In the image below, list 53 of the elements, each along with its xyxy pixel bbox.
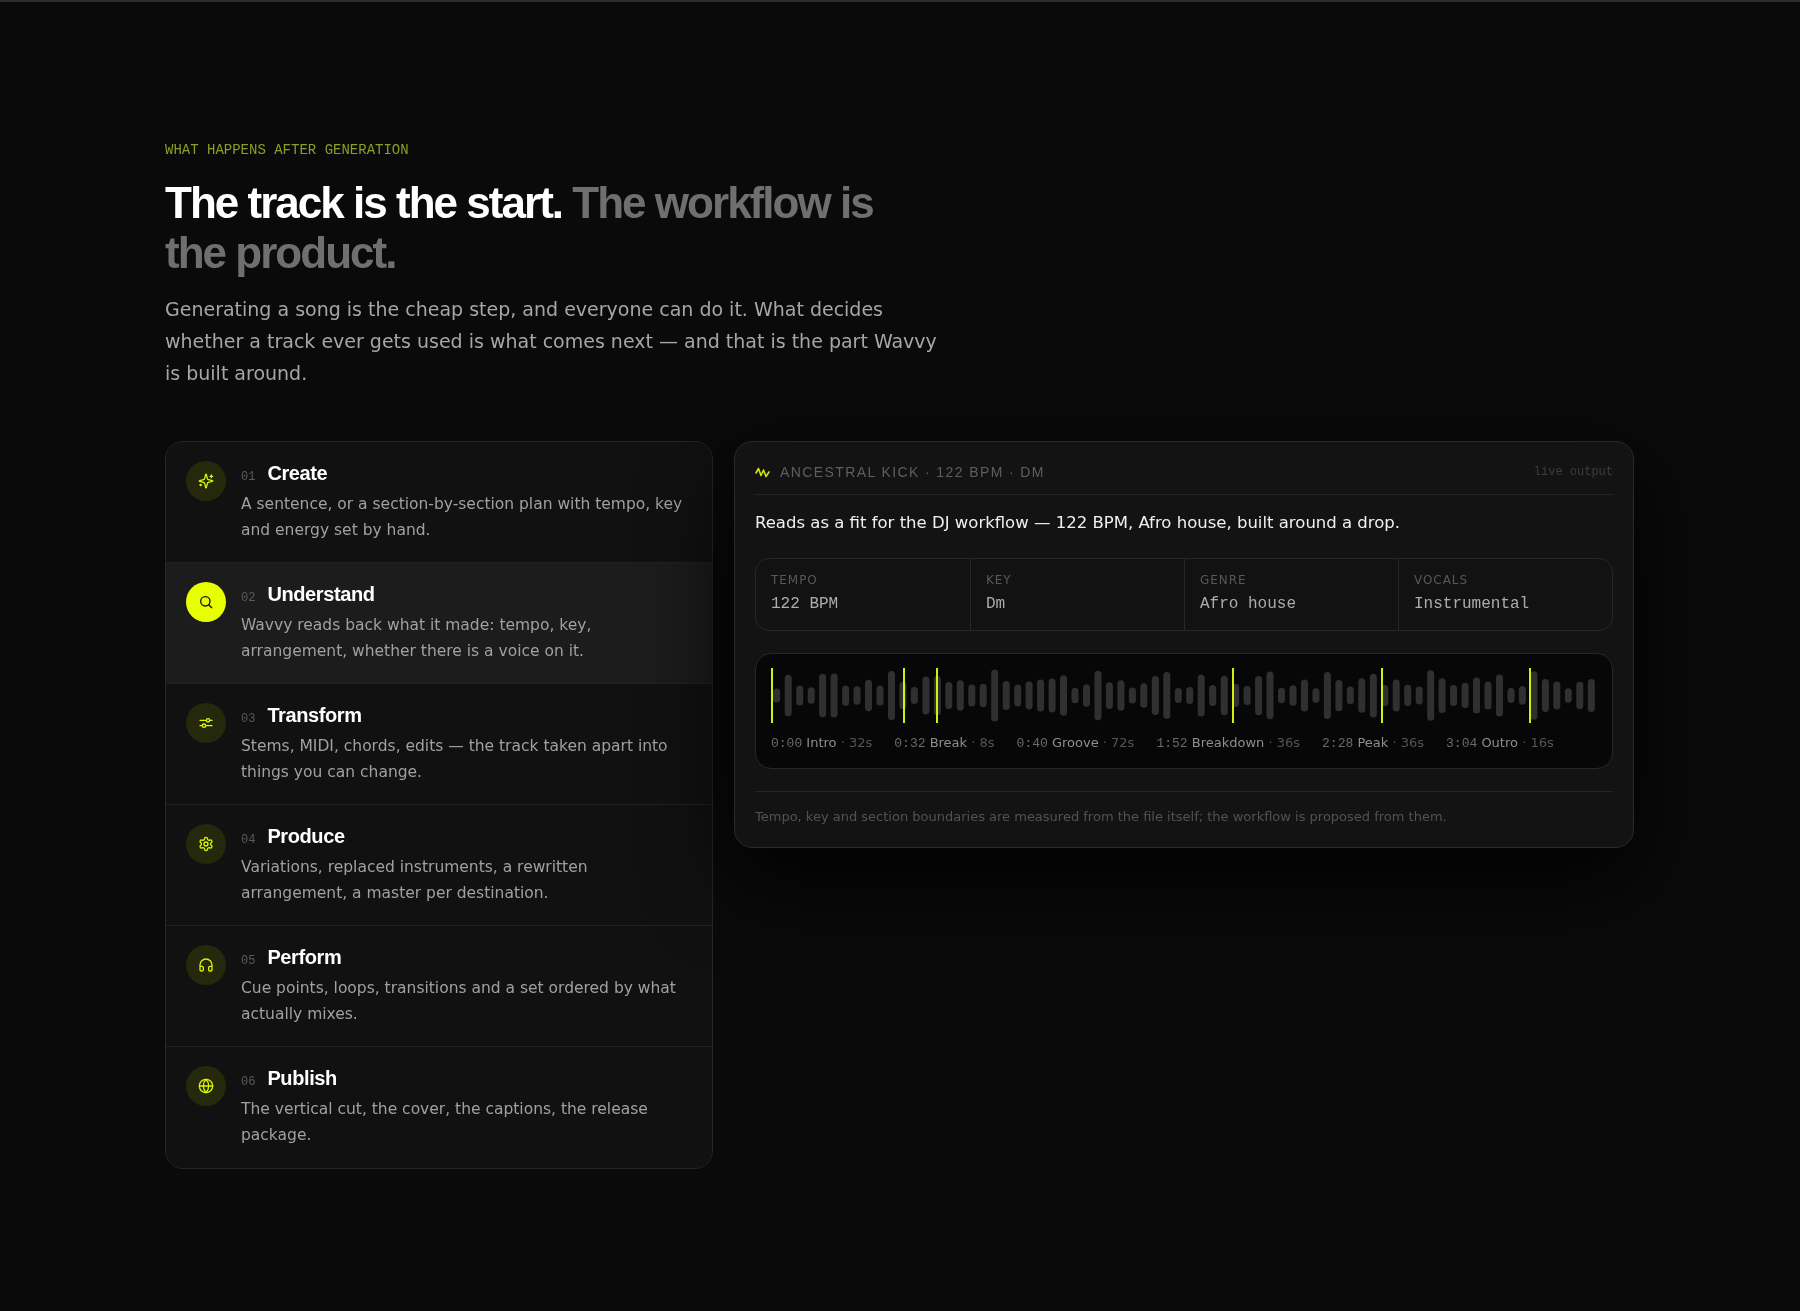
search-icon xyxy=(186,582,226,622)
section-marker xyxy=(902,668,905,723)
section-marker xyxy=(1380,668,1383,723)
stat-label: GENRE xyxy=(1200,572,1247,588)
section-label: 3:04 Outro · 16s xyxy=(1446,734,1554,753)
step-title: Perform xyxy=(267,945,342,969)
step-item[interactable]: 01 Create A sentence, or a section-by-section plan with tempo, key and energy set by hand. xyxy=(166,442,712,563)
section-marker xyxy=(771,668,773,723)
stat-label: VOCALS xyxy=(1414,572,1469,588)
gear-icon xyxy=(186,824,226,864)
stat-value: 122 BPM xyxy=(771,594,839,614)
stat-value: Dm xyxy=(986,594,1006,614)
step-title: Transform xyxy=(267,703,362,727)
step-description: Cue points, loops, transitions and a set ordered by what actually mixes. xyxy=(241,978,677,1025)
step-number: 02 xyxy=(241,590,256,607)
section-label: 1:52 Breakdown · 36s xyxy=(1156,734,1301,753)
headline: The track is the start. The workflow is the product. xyxy=(165,178,874,278)
stat-label: TEMPO xyxy=(771,572,818,588)
step-description: Variations, replaced instruments, a rewritten arrangement, a master per destination. xyxy=(241,857,589,904)
stat-value: Instrumental xyxy=(1414,594,1530,614)
step-description: A sentence, or a section-by-section plan with tempo, key and energy set by hand. xyxy=(241,494,684,541)
step-number: 06 xyxy=(241,1074,256,1091)
step-description: Wavvy reads back what it made: tempo, key, arrangement, whether there is a voice on it. xyxy=(241,615,593,662)
globe-icon xyxy=(186,1066,226,1106)
headphones-icon xyxy=(186,945,226,985)
eyebrow-label: WHAT HAPPENS AFTER GENERATION xyxy=(165,142,409,158)
step-number: 05 xyxy=(241,953,256,970)
sparkle-icon xyxy=(186,461,226,501)
section-marker xyxy=(1529,668,1532,723)
step-description: Stems, MIDI, chords, edits — the track taken apart into things you can change. xyxy=(241,736,669,783)
step-title: Create xyxy=(267,461,328,485)
step-title: Publish xyxy=(267,1066,337,1090)
section-marker xyxy=(935,668,938,723)
sliders-icon xyxy=(186,703,226,743)
track-title: ANCESTRAL KICK · 122 BPM · DM xyxy=(780,462,1045,482)
section-label: 0:00 Intro · 32s xyxy=(771,734,873,753)
stat-value: Afro house xyxy=(1200,594,1296,614)
step-item[interactable]: 02 Understand Wavvy reads back what it made: tempo, key, arrangement, whether there is a voice on it. xyxy=(166,563,712,684)
step-number: 01 xyxy=(241,469,256,486)
wave-icon xyxy=(755,466,770,478)
section-label: 2:28 Peak · 36s xyxy=(1322,734,1425,753)
stat-label: KEY xyxy=(986,572,1012,588)
section-label: 0:40 Groove · 72s xyxy=(1016,734,1135,753)
footnote: Tempo, key and section boundaries are measured from the file itself; the workflow is proposed from them. xyxy=(755,808,1447,826)
step-description: The vertical cut, the cover, the captions, the release package. xyxy=(241,1099,649,1146)
analysis-summary: Reads as a fit for the DJ workflow — 122 BPM, Afro house, built around a drop. xyxy=(755,512,1401,534)
step-title: Produce xyxy=(267,824,345,848)
step-number: 03 xyxy=(241,711,256,728)
step-title: Understand xyxy=(267,582,375,606)
section-marker xyxy=(1232,668,1235,723)
intro-paragraph: Generating a song is the cheap step, and everyone can do it. What decides whether a track ever gets used is what comes next — and that is the part Wavvy is built around. xyxy=(165,297,938,386)
section-label: 0:32 Break · 8s xyxy=(894,734,995,753)
step-number: 04 xyxy=(241,832,256,849)
